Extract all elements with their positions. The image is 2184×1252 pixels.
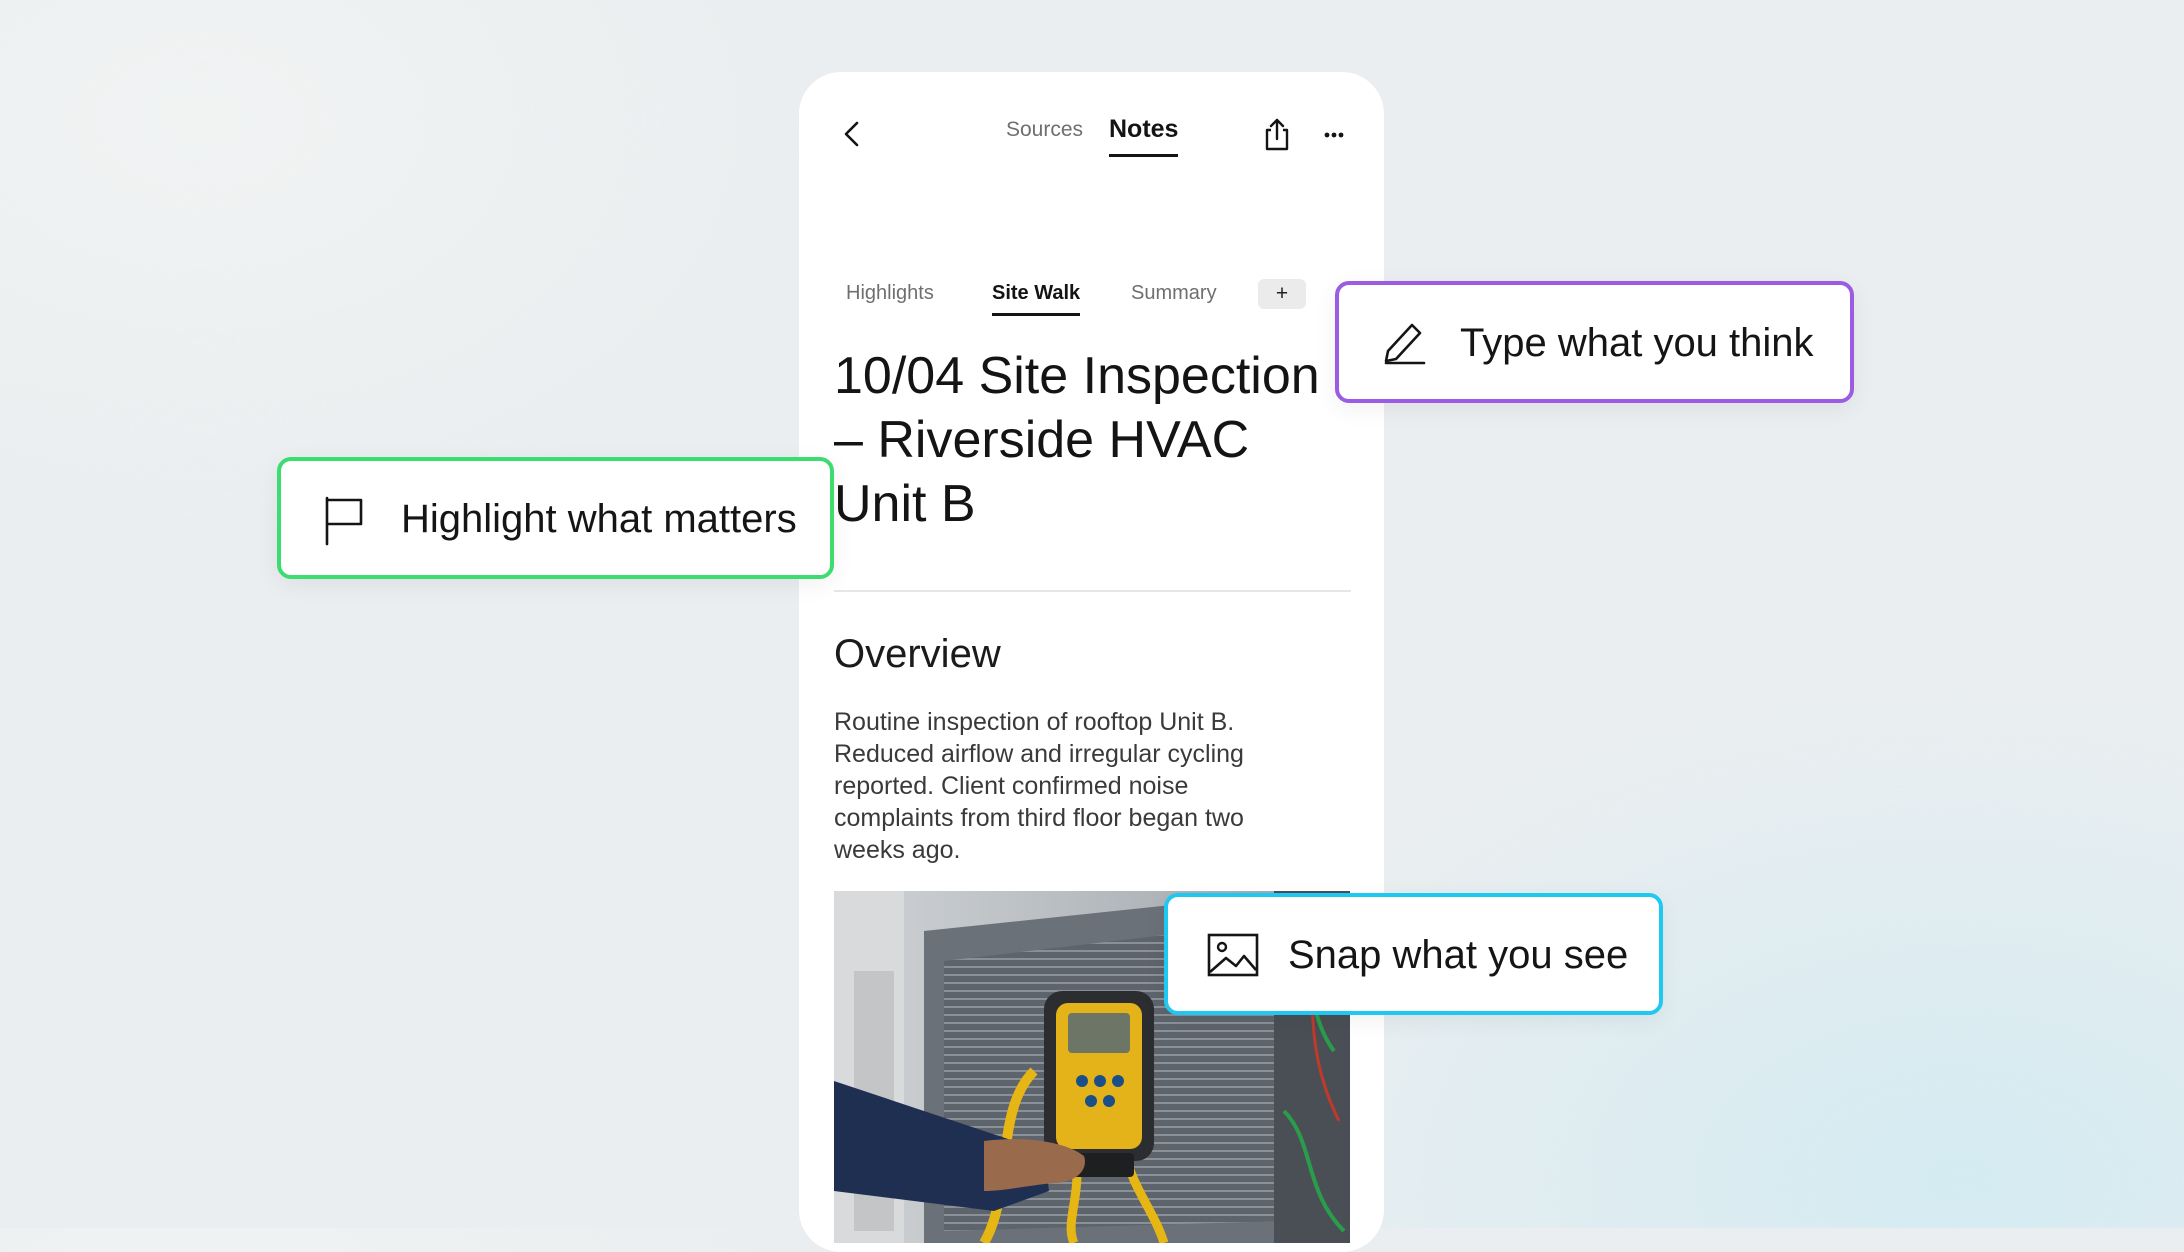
note-body-text[interactable]: Routine inspection of rooftop Unit B. Re… xyxy=(834,706,1354,866)
callout-label-snap: Snap what you see xyxy=(1288,933,1629,977)
share-icon xyxy=(1265,118,1289,151)
callout-highlight-what-matters[interactable]: Highlight what matters xyxy=(277,457,834,579)
tab-sources[interactable]: Sources xyxy=(1006,118,1083,142)
top-navigation-bar: Sources Notes xyxy=(799,72,1384,192)
image-icon xyxy=(1207,933,1259,977)
section-heading-overview[interactable]: Overview xyxy=(834,632,1001,677)
callout-snap-what-you-see[interactable]: Snap what you see xyxy=(1164,893,1663,1015)
callout-label-type: Type what you think xyxy=(1460,321,1814,365)
callout-label-highlight: Highlight what matters xyxy=(401,497,797,541)
subtab-site-walk[interactable]: Site Walk xyxy=(992,282,1081,316)
note-subtabs: Highlights Site Walk Summary + xyxy=(799,272,1384,322)
more-horizontal-icon xyxy=(1324,132,1344,138)
subtab-highlights[interactable]: Highlights xyxy=(846,282,934,305)
flag-icon xyxy=(325,496,363,546)
more-options-button[interactable] xyxy=(1317,118,1351,152)
subtab-summary[interactable]: Summary xyxy=(1131,282,1217,305)
tab-notes[interactable]: Notes xyxy=(1109,115,1179,157)
back-button[interactable] xyxy=(833,114,873,154)
pencil-icon xyxy=(1384,323,1426,365)
add-tab-button[interactable]: + xyxy=(1258,279,1306,309)
note-title[interactable]: 10/04 Site Inspection – Riverside HVAC U… xyxy=(834,344,1384,536)
chevron-left-icon xyxy=(844,121,859,147)
callout-type-what-you-think[interactable]: Type what you think xyxy=(1335,281,1854,403)
share-button[interactable] xyxy=(1260,116,1294,152)
divider xyxy=(834,590,1351,592)
notes-card: Sources Notes Highlights Site Walk Summa… xyxy=(799,72,1384,1252)
